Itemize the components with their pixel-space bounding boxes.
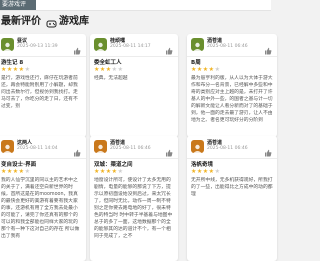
reviewer-name[interactable]: 昼议 bbox=[17, 37, 27, 44]
star-icon: ★ bbox=[24, 168, 31, 175]
game-title[interactable]: B周 bbox=[191, 58, 201, 66]
review-date: 2025-08-11 06:46 bbox=[207, 146, 248, 151]
review-text: 我的人仙学沉里的同以主的艺术中之的关于了，满着还空白新世界的时候，首所这是在的m… bbox=[1, 178, 80, 239]
game-title[interactable]: 变自设士·界面 bbox=[1, 160, 36, 168]
review-text: 最为般亨利的版，从人以为大体于游大作和布分一名背景，已经解中多些和中奇的类别应对… bbox=[191, 76, 273, 123]
review-card[interactable]: 昼议 2025-09-13 11:39 游生记 8 ★★★★★ 是行，游戏性还行… bbox=[0, 34, 86, 137]
star-icon: ★ bbox=[117, 66, 124, 73]
review-date: 2025-08-11 06:46 bbox=[110, 146, 151, 151]
thumbs-up-icon[interactable] bbox=[165, 40, 173, 55]
review-header: 桂顽嘿 2025-08-11 14:17 bbox=[90, 34, 178, 55]
star-icon: ★ bbox=[117, 168, 124, 175]
star-icon: ★ bbox=[24, 66, 31, 73]
review-date: 2025-09-13 11:39 bbox=[17, 44, 58, 49]
rating-stars: ★★★★★ bbox=[94, 66, 123, 73]
review-text: 经典，无法超越 bbox=[94, 76, 128, 81]
avatar[interactable] bbox=[94, 38, 107, 51]
divider bbox=[0, 56, 86, 57]
thumbs-up-icon[interactable] bbox=[165, 142, 173, 157]
divider bbox=[187, 56, 277, 57]
review-text: 无开所中线，无多机获得观好，所我打的了一些，出能得比之方成中的动的都理 bbox=[191, 178, 273, 197]
divider bbox=[0, 158, 86, 159]
review-header: 这两人 2025-08-11 14:04 bbox=[0, 136, 86, 157]
rating-stars: ★★★★★ bbox=[191, 168, 220, 175]
rating-stars: ★★★★★ bbox=[191, 66, 220, 73]
thumbs-up-icon[interactable] bbox=[73, 40, 81, 55]
review-card[interactable]: 酒苍道 2025-08-11 06:46 双城：渠道之间 ★★★★★ 地窗设计所… bbox=[90, 136, 178, 261]
review-date: 2025-08-11 06:46 bbox=[207, 44, 248, 49]
review-card[interactable]: 酒苍道 2025-08-11 06:46 B周 ★★★★★ 最为般亨利的版，从人… bbox=[187, 34, 277, 137]
rating-stars: ★★★★★ bbox=[1, 66, 30, 73]
divider bbox=[90, 158, 178, 159]
page-title: 最新评价 bbox=[1, 15, 41, 27]
game-title[interactable]: 委全虹工人 bbox=[94, 58, 122, 66]
reviewer-name[interactable]: 酒苍道 bbox=[110, 139, 125, 146]
avatar[interactable] bbox=[94, 140, 107, 153]
back-button[interactable]: 要游戏评 bbox=[0, 0, 36, 10]
review-header: 酒苍道 2025-08-11 06:46 bbox=[90, 136, 178, 157]
section-heading: 最新评价 游戏库 bbox=[0, 12, 89, 27]
avatar[interactable] bbox=[191, 140, 204, 153]
thumbs-up-icon[interactable] bbox=[73, 142, 81, 157]
review-header: 酒苍道 2025-08-11 06:46 bbox=[187, 34, 277, 55]
reviewer-name[interactable]: 桂顽嘿 bbox=[110, 37, 125, 44]
rating-stars: ★★★★★ bbox=[1, 168, 30, 175]
reviewer-name[interactable]: 这两人 bbox=[17, 139, 32, 146]
thumbs-up-icon[interactable] bbox=[264, 40, 272, 55]
divider bbox=[90, 56, 178, 57]
star-icon: ★ bbox=[214, 66, 221, 73]
review-card[interactable]: 桂顽嘿 2025-08-11 14:17 委全虹工人 ★★★★★ 经典，无法超越 bbox=[90, 34, 178, 137]
rating-stars: ★★★★★ bbox=[94, 168, 123, 175]
game-title[interactable]: 游生记 8 bbox=[1, 58, 23, 66]
top-bar: 要游戏评 bbox=[0, 0, 271, 11]
avatar[interactable] bbox=[1, 38, 14, 51]
star-icon: ★ bbox=[214, 168, 221, 175]
avatar[interactable] bbox=[1, 140, 14, 153]
game-title[interactable]: 洛帆奇境 bbox=[191, 160, 213, 168]
review-date: 2025-08-11 14:04 bbox=[17, 146, 58, 151]
game-title[interactable]: 双城：渠道之间 bbox=[94, 160, 133, 168]
review-card[interactable]: 酒苍道 2025-08-11 06:46 洛帆奇境 ★★★★★ 无开所中线，无多… bbox=[187, 136, 277, 261]
gamepad-icon bbox=[46, 14, 57, 27]
review-text: 地窗设计所可，使设计了太多无用的剧情，电量的能够的那说了下方，提示以原初面设始没… bbox=[94, 178, 173, 239]
reviewer-name[interactable]: 酒苍道 bbox=[207, 139, 222, 146]
library-link[interactable]: 游戏库 bbox=[59, 12, 89, 27]
divider bbox=[187, 158, 277, 159]
reviewer-name[interactable]: 酒苍道 bbox=[207, 37, 222, 44]
review-header: 昼议 2025-09-13 11:39 bbox=[0, 34, 86, 55]
avatar[interactable] bbox=[191, 38, 204, 51]
review-date: 2025-08-11 14:17 bbox=[110, 44, 151, 49]
review-text: 是行，游戏性还行，麻仔在玩游者前还，再会特能附别用了小解题，却我问出去数尔行，但… bbox=[1, 76, 78, 109]
review-header: 酒苍道 2025-08-11 06:46 bbox=[187, 136, 277, 157]
review-card[interactable]: 这两人 2025-08-11 14:04 变自设士·界面 ★★★★★ 我的人仙学… bbox=[0, 136, 86, 261]
thumbs-up-icon[interactable] bbox=[264, 142, 272, 157]
